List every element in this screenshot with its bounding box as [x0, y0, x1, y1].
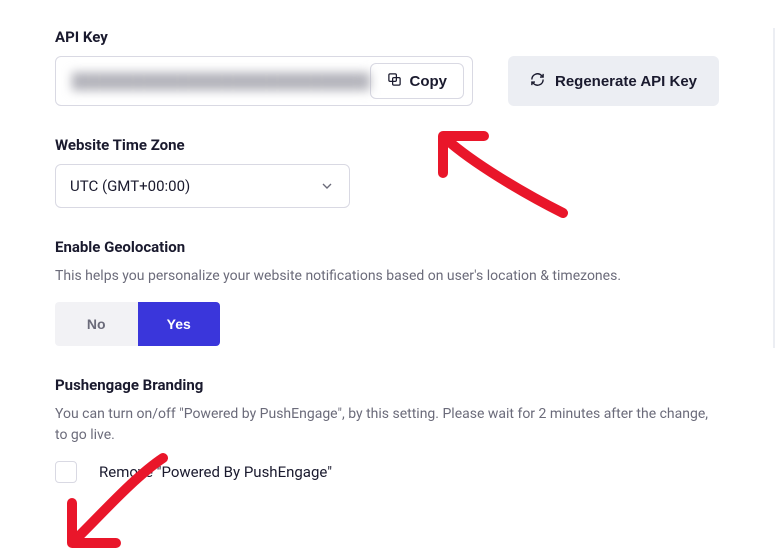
branding-label: Pushengage Branding — [55, 376, 720, 394]
api-key-label: API Key — [55, 28, 720, 46]
branding-checkbox-label: Remove "Powered By PushEngage" — [99, 463, 332, 481]
geolocation-helper: This helps you personalize your website … — [55, 266, 720, 288]
timezone-selected-value: UTC (GMT+00:00) — [70, 177, 319, 195]
geolocation-yes-button[interactable]: Yes — [138, 302, 221, 346]
chevron-down-icon — [319, 178, 335, 194]
branding-checkbox-row: Remove "Powered By PushEngage" — [55, 461, 720, 483]
geolocation-no-button[interactable]: No — [55, 302, 138, 346]
branding-checkbox[interactable] — [55, 461, 77, 483]
api-key-input-wrap: ████████████████████████████ Copy — [55, 56, 473, 106]
copy-icon — [387, 72, 402, 91]
timezone-select[interactable]: UTC (GMT+00:00) — [55, 164, 350, 208]
copy-button[interactable]: Copy — [370, 63, 465, 99]
api-key-row: ████████████████████████████ Copy — [55, 56, 720, 106]
geolocation-label: Enable Geolocation — [55, 238, 720, 256]
geolocation-toggle: No Yes — [55, 302, 220, 346]
branding-helper: You can turn on/off "Powered by PushEnga… — [55, 404, 720, 447]
copy-button-label: Copy — [410, 73, 448, 90]
regenerate-api-key-button[interactable]: Regenerate API Key — [508, 56, 719, 106]
timezone-label: Website Time Zone — [55, 136, 720, 154]
regenerate-api-key-label: Regenerate API Key — [555, 73, 697, 90]
api-key-value: ████████████████████████████ — [56, 57, 370, 105]
refresh-icon — [530, 72, 545, 91]
